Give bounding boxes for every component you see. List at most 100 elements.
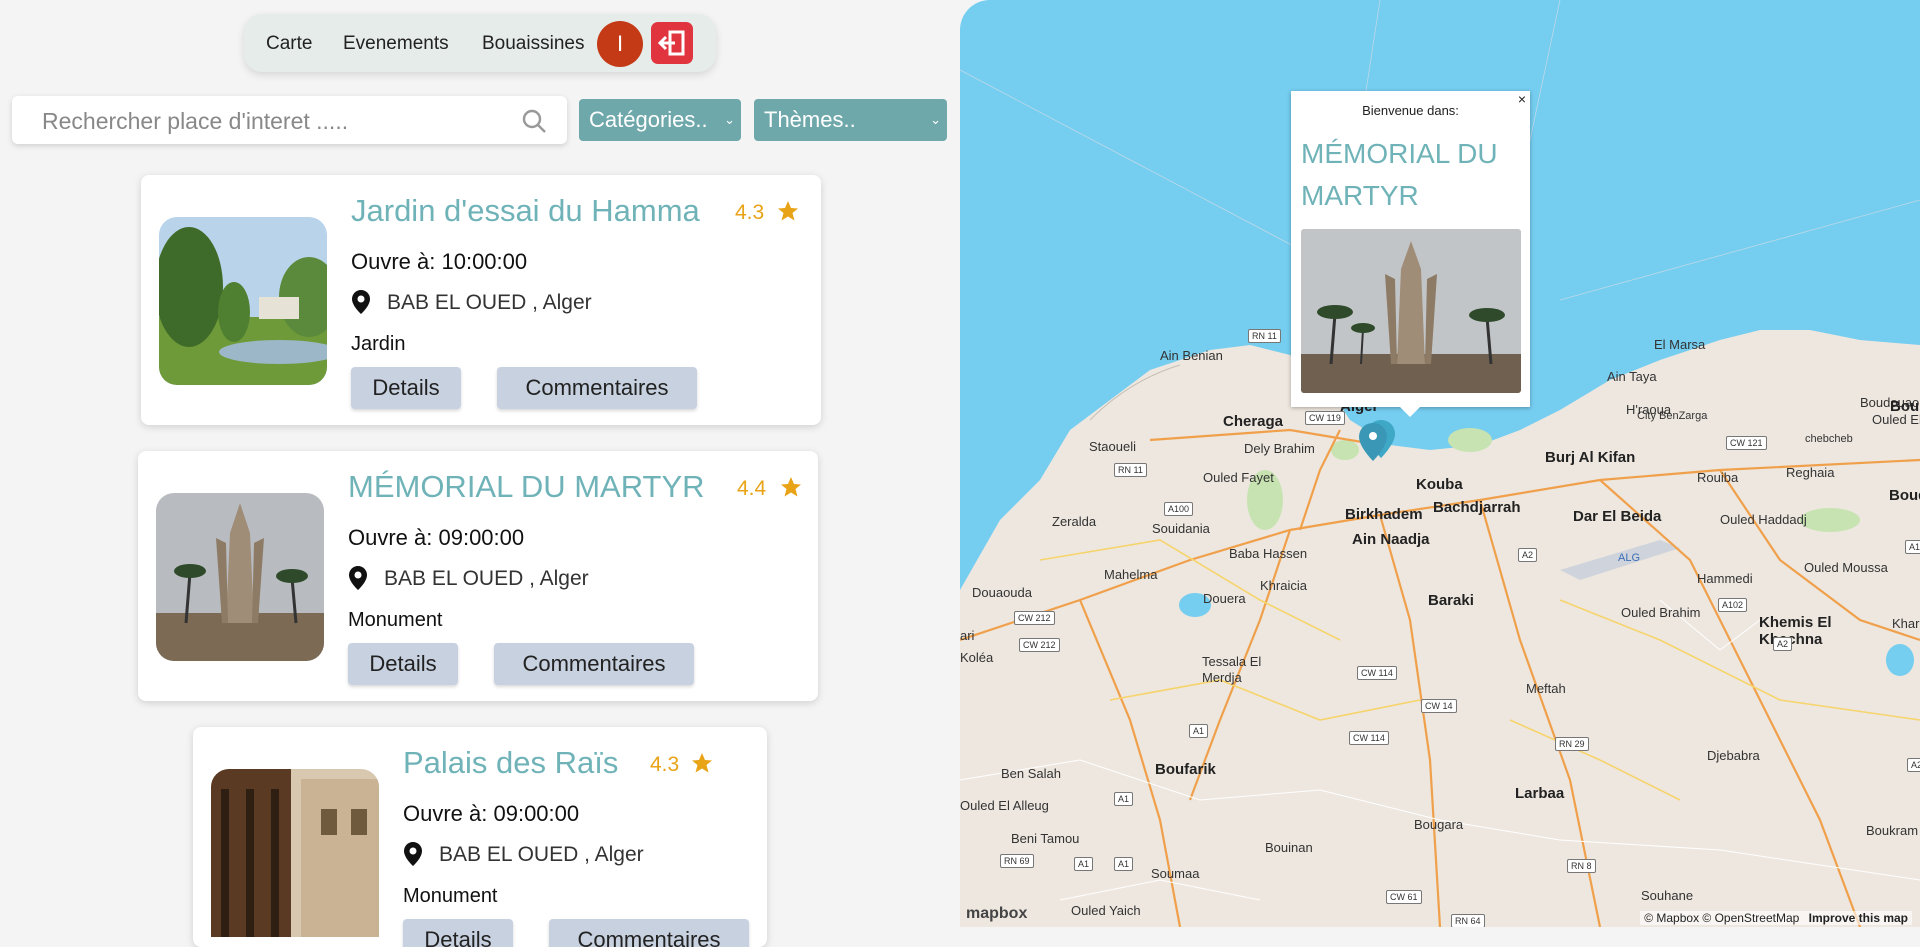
road-shield: RN 11	[1114, 463, 1147, 477]
mapbox-logo[interactable]: mapbox	[966, 905, 1027, 923]
map-label: Ain Taya	[1607, 369, 1657, 384]
map-label: Cheraga	[1223, 413, 1284, 430]
road-shield: A100	[1164, 502, 1194, 516]
place-rating: 4.3	[650, 753, 680, 776]
improve-map-link[interactable]: Improve this map	[1809, 911, 1908, 925]
map-label: Zeralda	[1052, 514, 1097, 529]
map-label: Meftah	[1526, 681, 1566, 696]
categories-select[interactable]: Catégories.. ⌄	[579, 99, 741, 141]
search-box	[12, 96, 567, 144]
road-shield: CW 61	[1386, 890, 1422, 904]
map-label: Khard	[1892, 616, 1920, 631]
road-shield: RN 8	[1567, 859, 1596, 873]
popup-title: MÉMORIAL DU MARTYR	[1301, 138, 1498, 211]
details-button[interactable]: Details	[348, 643, 458, 685]
road-shield: CW 212	[1019, 638, 1060, 652]
map-label: Mahelma	[1104, 567, 1158, 582]
road-shield: A1	[1074, 857, 1094, 871]
place-title[interactable]: Jardin d'essai du Hamma	[351, 193, 700, 229]
place-address: BAB EL OUED , Alger	[439, 843, 644, 866]
comments-button[interactable]: Commentaires	[494, 643, 694, 685]
map-label: Bachdjarrah	[1433, 499, 1521, 516]
place-rating: 4.3	[735, 201, 765, 224]
attribution-text[interactable]: © Mapbox © OpenStreetMap	[1644, 911, 1799, 925]
map-label: Birkhadem	[1345, 506, 1423, 523]
place-image-palais	[211, 769, 379, 937]
map-label: City BenZarga	[1637, 410, 1708, 422]
map-label: Souhane	[1641, 888, 1694, 903]
map-label: Bouinan	[1265, 840, 1313, 855]
comments-button[interactable]: Commentaires	[549, 919, 749, 947]
location-pin-icon	[349, 566, 367, 590]
details-button[interactable]: Details	[403, 919, 513, 947]
map-label: Douaouda	[972, 585, 1032, 600]
search-icon[interactable]	[521, 108, 547, 134]
road-shield: A2	[1518, 548, 1538, 562]
top-nav: Carte Evenements Bouaissines I	[244, 14, 716, 72]
nav-link-carte[interactable]: Carte	[266, 33, 312, 55]
road-shield: A1	[1114, 857, 1134, 871]
map-label: Boufarik	[1155, 761, 1216, 778]
place-card: MÉMORIAL DU MARTYR 4.4 Ouvre à: 09:00:00…	[138, 451, 818, 701]
map-label: Dar El Beida	[1573, 508, 1662, 525]
map-label: Ouled Fayet	[1203, 470, 1274, 485]
map[interactable]: El Marsa Ain Taya H'raoua City BenZarga …	[960, 0, 1920, 927]
categories-select-value: Catégories..	[589, 107, 708, 132]
place-title[interactable]: MÉMORIAL DU MARTYR	[348, 469, 705, 505]
map-label: Ain Benian	[1160, 348, 1223, 363]
road-shield: A1	[1189, 724, 1209, 738]
place-title[interactable]: Palais des Raïs	[403, 745, 618, 781]
place-category: Monument	[348, 609, 443, 631]
place-image-memorial	[156, 493, 324, 661]
place-opening-time: Ouvre à: 09:00:00	[403, 801, 580, 826]
road-shield: RN 64	[1451, 914, 1485, 927]
map-label: Rouiba	[1697, 470, 1739, 485]
star-icon	[692, 753, 712, 773]
popup-welcome-text: Bienvenue dans:	[1362, 103, 1459, 118]
themes-select[interactable]: Thèmes.. ⌄	[754, 99, 947, 141]
map-label: Beni Tamou	[1011, 831, 1080, 846]
details-button[interactable]: Details	[351, 367, 461, 409]
map-label: Hammedi	[1697, 571, 1753, 586]
place-address: BAB EL OUED , Alger	[384, 567, 589, 590]
map-label: ALG	[1618, 552, 1641, 564]
chevron-down-icon: ⌄	[930, 112, 941, 127]
map-label: Bougara	[1414, 817, 1464, 832]
nav-link-bouaissines[interactable]: Bouaissines	[482, 33, 584, 55]
map-label: ari	[960, 628, 975, 643]
location-pin-icon	[404, 842, 422, 866]
map-label: Ouled Moussa	[1804, 560, 1888, 575]
road-shield: RN 69	[1000, 854, 1034, 868]
map-label: Ain Naadja	[1352, 531, 1430, 548]
road-shield: CW 119	[1305, 411, 1345, 425]
map-label: Baraki	[1428, 592, 1474, 609]
logout-button[interactable]	[651, 22, 693, 64]
place-category: Jardin	[351, 333, 406, 355]
popup-image	[1301, 229, 1521, 393]
map-label: Reghaia	[1786, 465, 1835, 480]
road-shield: A2	[1773, 637, 1793, 651]
road-shield: A102	[1718, 598, 1748, 612]
comments-button[interactable]: Commentaires	[497, 367, 697, 409]
place-rating: 4.4	[737, 477, 767, 500]
road-shield: A102	[1905, 540, 1920, 554]
search-input[interactable]	[40, 102, 514, 140]
map-label: Ouled El Alleug	[960, 798, 1049, 813]
road-shield: A1	[1114, 792, 1134, 806]
map-label: Kouba	[1416, 476, 1463, 493]
nav-link-evenements[interactable]: Evenements	[343, 33, 449, 55]
place-opening-time: Ouvre à: 09:00:00	[348, 525, 525, 550]
map-label: Douera	[1203, 591, 1246, 606]
map-label: Boukram	[1866, 823, 1919, 838]
place-card: Palais des Raïs 4.3 Ouvre à: 09:00:00 BA…	[193, 727, 767, 947]
map-label: Koléa	[960, 650, 994, 665]
user-avatar[interactable]: I	[597, 21, 643, 67]
map-label: Souidania	[1152, 521, 1210, 536]
place-card: Jardin d'essai du Hamma 4.3 Ouvre à: 10:…	[141, 175, 821, 425]
map-label: Burj Al Kifan	[1545, 449, 1636, 466]
map-label: Ouled Brahim	[1621, 605, 1701, 620]
map-label: Staoueli	[1089, 439, 1136, 454]
place-opening-time: Ouvre à: 10:00:00	[351, 249, 528, 274]
map-label: Soumaa	[1151, 866, 1200, 881]
location-pin-icon	[352, 290, 370, 314]
